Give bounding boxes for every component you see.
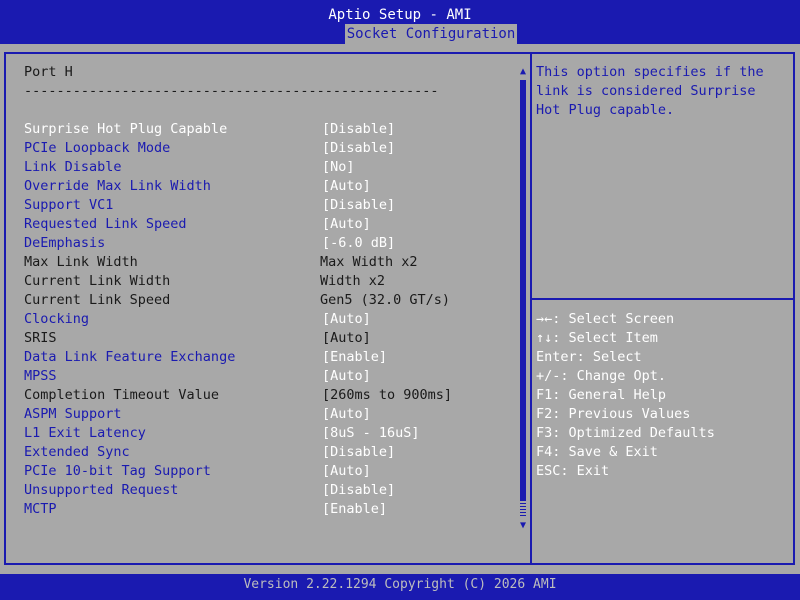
setting-value-current-link-width: Width x2 <box>320 273 386 289</box>
setting-value-deemphasis[interactable]: [-6.0 dB] <box>322 234 395 253</box>
setting-label-data-link-feature-exchange[interactable]: Data Link Feature Exchange <box>24 348 235 367</box>
key-hint-f1: F1: General Help <box>536 387 667 403</box>
setting-value-surprise-hot-plug[interactable]: [Disable] <box>322 120 395 139</box>
app-title: Aptio Setup - AMI <box>328 7 472 23</box>
footer-version: Version 2.22.1294 Copyright (C) 2026 AMI <box>0 574 800 600</box>
setting-label-current-link-width: Current Link Width <box>24 273 171 289</box>
help-separator <box>532 298 795 300</box>
setting-label-sris: SRIS <box>24 330 57 346</box>
setting-label-pcie-loopback[interactable]: PCIe Loopback Mode <box>24 139 170 158</box>
setting-label-pcie-10bit-tag[interactable]: PCIe 10-bit Tag Support <box>24 462 211 481</box>
setting-value-current-link-speed: Gen5 (32.0 GT/s) <box>320 292 451 308</box>
setting-label-extended-sync[interactable]: Extended Sync <box>24 443 130 462</box>
title-bar: Aptio Setup - AMI Socket Configuration <box>0 0 800 44</box>
setting-value-mpss[interactable]: [Auto] <box>322 367 371 386</box>
help-text-line: Hot Plug capable. <box>536 102 675 118</box>
key-hint-select-item: ↑↓: Select Item <box>536 330 658 346</box>
setting-value-clocking[interactable]: [Auto] <box>322 310 371 329</box>
setting-label-clocking[interactable]: Clocking <box>24 310 89 329</box>
key-hint-enter: Enter: Select <box>536 349 642 365</box>
key-hint-f2: F2: Previous Values <box>536 406 691 422</box>
setting-label-requested-link-speed[interactable]: Requested Link Speed <box>24 215 187 234</box>
setting-label-max-link-width: Max Link Width <box>24 254 138 270</box>
setting-value-aspm-support[interactable]: [Auto] <box>322 405 371 424</box>
settings-scrollbar[interactable]: ▲ ▼ <box>516 64 530 534</box>
setting-label-surprise-hot-plug[interactable]: Surprise Hot Plug Capable <box>24 120 227 139</box>
setting-label-support-vc1[interactable]: Support VC1 <box>24 196 113 215</box>
scroll-thumb[interactable] <box>520 80 526 500</box>
setting-value-extended-sync[interactable]: [Disable] <box>322 443 395 462</box>
setting-value-requested-link-speed[interactable]: [Auto] <box>322 215 371 234</box>
setting-value-link-disable[interactable]: [No] <box>322 158 355 177</box>
setting-label-override-max-link-width[interactable]: Override Max Link Width <box>24 177 211 196</box>
setting-value-support-vc1[interactable]: [Disable] <box>322 196 395 215</box>
setting-value-sris: [Auto] <box>322 330 371 346</box>
setting-label-l1-exit-latency[interactable]: L1 Exit Latency <box>24 424 146 443</box>
tab-socket-configuration[interactable]: Socket Configuration <box>345 24 517 44</box>
key-hint-select-screen: →←: Select Screen <box>536 311 675 327</box>
setting-label-deemphasis[interactable]: DeEmphasis <box>24 234 105 253</box>
section-title: Port H <box>24 64 73 80</box>
setting-label-link-disable[interactable]: Link Disable <box>24 158 122 177</box>
setting-value-unsupported-request[interactable]: [Disable] <box>322 481 395 500</box>
setting-value-override-max-link-width[interactable]: [Auto] <box>322 177 371 196</box>
setting-value-max-link-width: Max Width x2 <box>320 254 418 270</box>
setting-value-mctp[interactable]: [Enable] <box>322 500 387 519</box>
setting-value-pcie-loopback[interactable]: [Disable] <box>322 139 395 158</box>
scroll-up-arrow-icon[interactable]: ▲ <box>516 66 530 78</box>
panel-divider <box>530 52 532 565</box>
scroll-track[interactable] <box>520 500 526 518</box>
setting-value-pcie-10bit-tag[interactable]: [Auto] <box>322 462 371 481</box>
arrows-left-right-icon: →←: <box>536 311 561 327</box>
scroll-down-arrow-icon[interactable]: ▼ <box>516 520 530 532</box>
key-hint-change-opt: +/-: Change Opt. <box>536 368 667 384</box>
setting-label-mctp[interactable]: MCTP <box>24 500 57 519</box>
arrows-up-down-icon: ↑↓: <box>536 330 561 346</box>
setting-label-unsupported-request[interactable]: Unsupported Request <box>24 481 178 500</box>
setting-value-l1-exit-latency[interactable]: [8uS - 16uS] <box>322 424 420 443</box>
setting-label-aspm-support[interactable]: ASPM Support <box>24 405 122 424</box>
setting-label-mpss[interactable]: MPSS <box>24 367 57 386</box>
setting-value-completion-timeout: [260ms to 900ms] <box>322 387 453 403</box>
help-text-line: This option specifies if the <box>536 64 764 80</box>
setting-value-data-link-feature-exchange[interactable]: [Enable] <box>322 348 387 367</box>
setting-label-current-link-speed: Current Link Speed <box>24 292 171 308</box>
help-text-line: link is considered Surprise <box>536 83 756 99</box>
section-separator: ----------------------------------------… <box>24 83 439 99</box>
key-hint-f3: F3: Optimized Defaults <box>536 425 715 441</box>
setting-label-completion-timeout: Completion Timeout Value <box>24 387 220 403</box>
key-hint-esc: ESC: Exit <box>536 463 610 479</box>
key-hint-f4: F4: Save & Exit <box>536 444 658 460</box>
